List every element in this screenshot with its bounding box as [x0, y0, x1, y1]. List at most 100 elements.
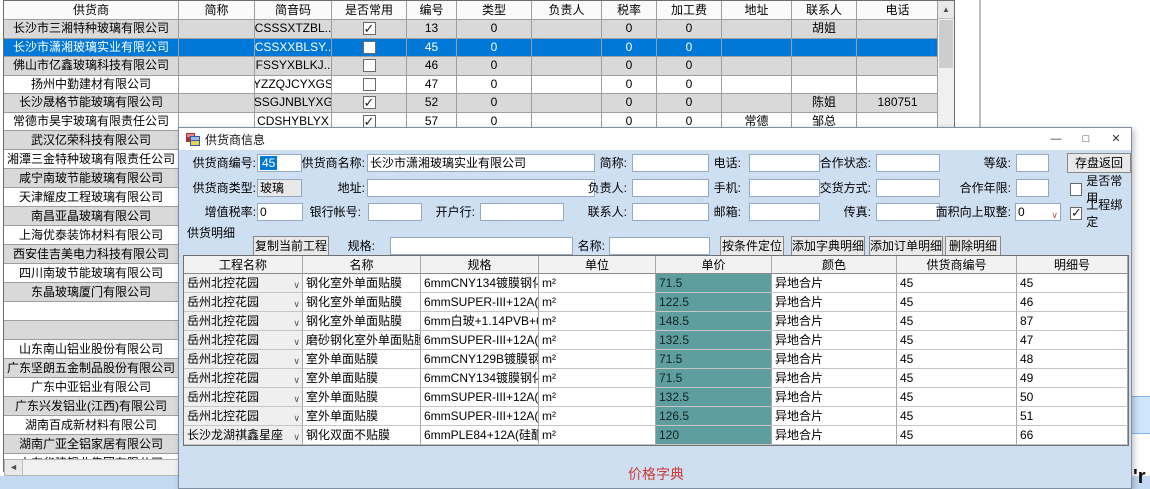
col-header-supplier-id[interactable]: 供货商编号: [897, 256, 1017, 274]
chevron-down-icon[interactable]: ∨: [293, 314, 300, 331]
cell-common[interactable]: [332, 57, 407, 76]
detail-row[interactable]: 岳州北控花园∨ 钢化室外单面贴膜 6mmCNY134镀膜钢化 m² 71.5 异…: [184, 274, 1128, 293]
cell-unit[interactable]: m²: [539, 350, 656, 369]
cell-color[interactable]: 异地合片: [772, 407, 897, 426]
cell-phone[interactable]: [857, 39, 939, 58]
cell-supplier[interactable]: 常德市昊宇玻璃有限责任公司: [4, 113, 179, 132]
project-bind-checkbox[interactable]: 工程绑定: [1070, 205, 1131, 221]
detail-row[interactable]: 岳州北控花园∨ 磨砂钢化室外单面贴膜 6mmSUPER-III+12A(硅...…: [184, 331, 1128, 350]
col-header-contact[interactable]: 联系人: [792, 1, 857, 20]
cell-id[interactable]: 52: [407, 94, 457, 113]
cell-color[interactable]: 异地合片: [772, 426, 897, 445]
cell-supplier[interactable]: [4, 321, 179, 340]
cell-unit[interactable]: m²: [539, 426, 656, 445]
cell-short-name[interactable]: [179, 57, 255, 76]
cell-unit[interactable]: m²: [539, 388, 656, 407]
col-header-color[interactable]: 颜色: [772, 256, 897, 274]
detail-row[interactable]: 长沙龙湖祺鑫星座∨ 钢化双面不贴膜 6mmPLE84+12A(硅酮胶... m²…: [184, 426, 1128, 445]
cell-supplier-id[interactable]: 45: [897, 426, 1017, 445]
cell-name[interactable]: 室外单面贴膜: [303, 407, 421, 426]
cell-supplier[interactable]: 上海优泰装饰材料有限公司: [4, 226, 179, 245]
supplier-id-field[interactable]: 45: [257, 154, 302, 172]
cell-spec[interactable]: 6mmCNY134镀膜钢化: [421, 369, 539, 388]
checkbox[interactable]: [1070, 207, 1082, 220]
col-header-short-name[interactable]: 简称: [179, 1, 255, 20]
cell-spec[interactable]: 6mmSUPER-III+12A(硅...: [421, 293, 539, 312]
cell-supplier[interactable]: 武汉亿荣科技有限公司: [4, 131, 179, 150]
cell-common[interactable]: [332, 20, 407, 39]
col-header-code[interactable]: 简音码: [255, 1, 332, 20]
cell-supplier[interactable]: 天津耀皮工程玻璃有限公司: [4, 188, 179, 207]
cell-supplier-id[interactable]: 45: [897, 407, 1017, 426]
col-header-name[interactable]: 名称: [303, 256, 421, 274]
cell-short-name[interactable]: [179, 76, 255, 95]
project-select[interactable]: 岳州北控花园∨: [184, 369, 303, 388]
project-select[interactable]: 岳州北控花园∨: [184, 350, 303, 369]
cell-supplier-id[interactable]: 45: [897, 331, 1017, 350]
cell-type[interactable]: 0: [457, 39, 532, 58]
cell-phone[interactable]: [857, 57, 939, 76]
cell-phone[interactable]: [857, 76, 939, 95]
project-select[interactable]: 岳州北控花园∨: [184, 312, 303, 331]
cell-type[interactable]: 0: [457, 57, 532, 76]
col-header-id[interactable]: 编号: [407, 1, 457, 20]
bank-branch-field[interactable]: [480, 203, 564, 221]
coop-status-field[interactable]: [876, 154, 940, 172]
address-field[interactable]: [367, 179, 595, 197]
cell-supplier[interactable]: 广东中亚铝业有限公司: [4, 378, 179, 397]
cell-spec[interactable]: 6mmSUPER-III+12A(硅...: [421, 331, 539, 350]
detail-row[interactable]: 岳州北控花园∨ 钢化室外单面贴膜 6mmSUPER-III+12A(硅... m…: [184, 293, 1128, 312]
cell-id[interactable]: 13: [407, 20, 457, 39]
cell-name[interactable]: 钢化室外单面贴膜: [303, 274, 421, 293]
cell-supplier[interactable]: 西安佳吉美电力科技有限公司: [4, 245, 179, 264]
cell-color[interactable]: 异地合片: [772, 388, 897, 407]
cell-code[interactable]: CSSSXTZBL..: [255, 20, 332, 39]
cell-address[interactable]: [722, 94, 792, 113]
cell-detail-id[interactable]: 48: [1017, 350, 1128, 369]
chevron-down-icon[interactable]: ∨: [293, 333, 300, 350]
col-header-price[interactable]: 单价: [656, 256, 772, 274]
cell-detail-id[interactable]: 51: [1017, 407, 1128, 426]
cell-code[interactable]: FSSYXBLKJ..: [255, 57, 332, 76]
cell-manager[interactable]: [532, 20, 602, 39]
cell-id[interactable]: 45: [407, 39, 457, 58]
common-checkbox[interactable]: 是否常用: [1070, 181, 1131, 197]
cell-id[interactable]: 46: [407, 57, 457, 76]
cell-unit[interactable]: m²: [539, 331, 656, 350]
cell-supplier[interactable]: 山东南山铝业股份有限公司: [4, 340, 179, 359]
cell-code[interactable]: CSSGJNBLYXGS: [255, 94, 332, 113]
cell-unit[interactable]: m²: [539, 312, 656, 331]
cell-supplier[interactable]: 扬州中勤建材有限公司: [4, 76, 179, 95]
cell-name[interactable]: 室外单面贴膜: [303, 350, 421, 369]
project-select[interactable]: 岳州北控花园∨: [184, 331, 303, 350]
cell-supplier[interactable]: 长沙市三湘特种玻璃有限公司: [4, 20, 179, 39]
cell-tax[interactable]: 0: [602, 39, 657, 58]
area-round-up-select[interactable]: 0 ∨: [1015, 203, 1061, 221]
chevron-down-icon[interactable]: ∨: [293, 276, 300, 293]
cell-fee[interactable]: 0: [657, 20, 722, 39]
cell-name[interactable]: 钢化室外单面贴膜: [303, 293, 421, 312]
project-select[interactable]: 岳州北控花园∨: [184, 388, 303, 407]
supplier-name-field[interactable]: 长沙市潇湘玻璃实业有限公司: [367, 154, 595, 172]
cell-address[interactable]: [722, 39, 792, 58]
cell-supplier[interactable]: 广东坚朗五金制品股份有限公司: [4, 359, 179, 378]
cell-price[interactable]: 126.5: [656, 407, 772, 426]
short-name-field[interactable]: [632, 154, 709, 172]
chevron-down-icon[interactable]: ∨: [293, 428, 300, 445]
chevron-down-icon[interactable]: ∨: [293, 390, 300, 407]
cell-contact[interactable]: [792, 57, 857, 76]
copy-current-project-button[interactable]: 复制当前工程: [253, 236, 329, 256]
cell-manager[interactable]: [532, 94, 602, 113]
col-header-fee[interactable]: 加工费: [657, 1, 722, 20]
cell-manager[interactable]: [532, 76, 602, 95]
cell-detail-id[interactable]: 50: [1017, 388, 1128, 407]
cell-supplier[interactable]: 咸宁南玻节能玻璃有限公司: [4, 169, 179, 188]
project-select[interactable]: 岳州北控花园∨: [184, 407, 303, 426]
cell-price[interactable]: 132.5: [656, 388, 772, 407]
cell-price[interactable]: 148.5: [656, 312, 772, 331]
cell-name[interactable]: 钢化室外单面贴膜: [303, 312, 421, 331]
cell-fee[interactable]: 0: [657, 39, 722, 58]
add-order-detail-button[interactable]: 添加订单明细: [869, 236, 943, 256]
table-row[interactable]: 佛山市亿鑫玻璃科技有限公司 FSSYXBLKJ.. 46 0 0 0: [4, 57, 954, 76]
cell-detail-id[interactable]: 66: [1017, 426, 1128, 445]
